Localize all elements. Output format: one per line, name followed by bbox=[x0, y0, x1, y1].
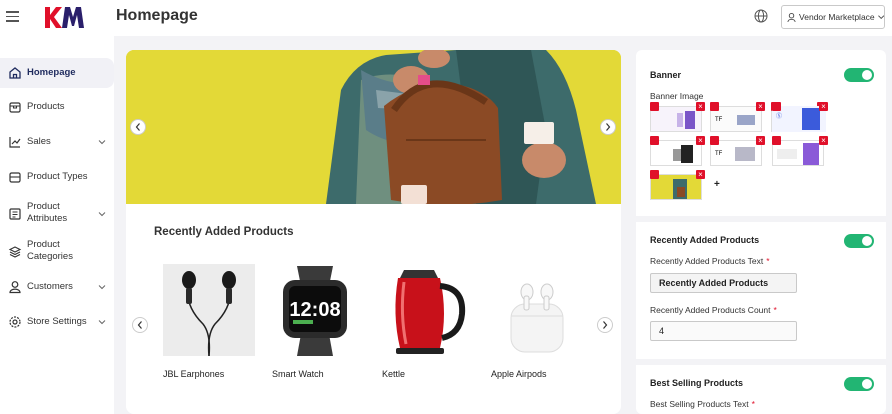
page-title: Homepage bbox=[116, 7, 198, 24]
chevron-right-icon bbox=[606, 123, 611, 131]
sidebar-item-products[interactable]: Products bbox=[0, 94, 114, 120]
section-divider bbox=[636, 216, 886, 222]
delete-icon[interactable]: × bbox=[819, 102, 828, 111]
sidebar-item-label: Product Attributes bbox=[27, 201, 68, 224]
sidebar-item-label: Sales bbox=[27, 136, 51, 147]
sidebar-item-label: Product Categories bbox=[27, 239, 73, 262]
product-image-earphones[interactable] bbox=[163, 264, 255, 356]
chevron-down-icon bbox=[98, 140, 106, 145]
brand-logo[interactable] bbox=[44, 4, 86, 30]
section-divider bbox=[636, 359, 886, 365]
banner-next-button[interactable] bbox=[600, 119, 616, 135]
user-icon bbox=[787, 12, 796, 22]
sidebar-item-homepage[interactable]: Homepage bbox=[0, 58, 114, 88]
tag-icon bbox=[9, 172, 21, 183]
svg-text:Ⓢ: Ⓢ bbox=[776, 112, 782, 120]
sliders-icon bbox=[9, 208, 21, 220]
delete-icon[interactable]: × bbox=[696, 136, 705, 145]
product-name[interactable]: JBL Earphones bbox=[163, 369, 224, 379]
recent-text-label: Recently Added Products Text * bbox=[650, 256, 770, 266]
globe-icon[interactable] bbox=[754, 9, 768, 23]
vendor-label: Vendor Marketplace bbox=[799, 12, 875, 22]
edit-icon[interactable] bbox=[650, 136, 659, 145]
sidebar-item-label: Homepage bbox=[27, 67, 76, 78]
recent-section-title: Recently Added Products bbox=[650, 235, 760, 245]
sidebar-item-product-types[interactable]: Product Types bbox=[0, 164, 114, 190]
vendor-dropdown[interactable]: Vendor Marketplace bbox=[781, 5, 885, 29]
sidebar-item-store-settings[interactable]: Store Settings bbox=[0, 309, 114, 335]
add-banner-icon[interactable]: + bbox=[714, 179, 720, 190]
recent-products-title: Recently Added Products bbox=[154, 226, 294, 238]
product-image-airpods[interactable] bbox=[491, 264, 583, 356]
svg-text:TF: TF bbox=[715, 117, 723, 123]
settings-panel: Banner Banner Image × TF × × Ⓢ × × TF × … bbox=[636, 50, 886, 414]
best-toggle[interactable] bbox=[844, 377, 874, 391]
sidebar-item-customers[interactable]: Customers bbox=[0, 274, 114, 300]
product-image-kettle[interactable] bbox=[378, 264, 470, 356]
banner-image bbox=[126, 50, 621, 204]
products-next-button[interactable] bbox=[597, 317, 613, 333]
chevron-down-icon bbox=[98, 285, 106, 290]
delete-icon[interactable]: × bbox=[819, 136, 828, 145]
best-section-title: Best Selling Products bbox=[650, 378, 744, 388]
banner-image-label: Banner Image bbox=[650, 91, 704, 101]
product-image-smart-watch[interactable]: 12:08 bbox=[269, 264, 361, 356]
chevron-left-icon bbox=[137, 321, 142, 329]
sidebar-item-label: Products bbox=[27, 101, 65, 112]
recent-toggle[interactable] bbox=[844, 234, 874, 248]
delete-icon[interactable]: × bbox=[756, 102, 765, 111]
chevron-right-icon bbox=[603, 321, 608, 329]
home-icon bbox=[9, 67, 21, 79]
sidebar-item-product-categories[interactable]: Product Categories bbox=[0, 237, 114, 267]
delete-icon[interactable]: × bbox=[756, 136, 765, 145]
banner-toggle[interactable] bbox=[844, 68, 874, 82]
chevron-left-icon bbox=[135, 123, 140, 131]
chevron-down-icon bbox=[98, 320, 106, 325]
recent-count-input[interactable]: 4 bbox=[650, 321, 797, 341]
sidebar: Homepage Products Sales Product Types Pr… bbox=[0, 36, 114, 414]
recent-count-label: Recently Added Products Count * bbox=[650, 305, 777, 315]
delete-icon[interactable]: × bbox=[696, 170, 705, 179]
edit-icon[interactable] bbox=[772, 102, 781, 111]
sidebar-item-sales[interactable]: Sales bbox=[0, 129, 114, 155]
gear-icon bbox=[9, 316, 21, 328]
svg-text:TF: TF bbox=[715, 151, 723, 157]
main-content: Recently Added Products 12:08 JBL Earpho… bbox=[126, 50, 621, 414]
svg-text:12:08: 12:08 bbox=[289, 299, 340, 321]
recent-text-input[interactable]: Recently Added Products bbox=[650, 273, 797, 293]
sidebar-item-label: Product Types bbox=[27, 171, 88, 182]
top-bar: Homepage Vendor Marketplace bbox=[0, 0, 892, 36]
edit-icon[interactable] bbox=[710, 136, 719, 145]
chevron-down-icon bbox=[877, 14, 884, 19]
banner-section-title: Banner bbox=[650, 70, 682, 80]
box-icon bbox=[9, 102, 21, 113]
edit-icon[interactable] bbox=[710, 102, 719, 111]
sidebar-item-product-attributes[interactable]: Product Attributes bbox=[0, 199, 114, 229]
product-name[interactable]: Smart Watch bbox=[272, 369, 324, 379]
user-icon bbox=[9, 281, 21, 294]
product-name[interactable]: Kettle bbox=[382, 369, 405, 379]
edit-icon[interactable] bbox=[772, 136, 781, 145]
product-name[interactable]: Apple Airpods bbox=[491, 369, 547, 379]
sidebar-item-label: Customers bbox=[27, 281, 73, 292]
products-prev-button[interactable] bbox=[132, 317, 148, 333]
banner-prev-button[interactable] bbox=[130, 119, 146, 135]
chart-icon bbox=[9, 137, 21, 148]
edit-icon[interactable] bbox=[650, 170, 659, 179]
layers-icon bbox=[8, 246, 22, 258]
delete-icon[interactable]: × bbox=[696, 102, 705, 111]
menu-icon[interactable] bbox=[6, 11, 19, 22]
edit-icon[interactable] bbox=[650, 102, 659, 111]
best-text-label: Best Selling Products Text * bbox=[650, 399, 755, 409]
sidebar-item-label: Store Settings bbox=[27, 316, 87, 327]
chevron-down-icon bbox=[98, 212, 106, 217]
hero-banner bbox=[126, 50, 621, 204]
